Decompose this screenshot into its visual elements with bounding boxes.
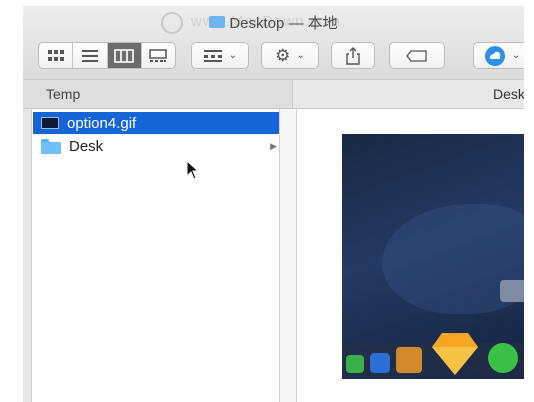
file-row-desk[interactable]: Desk ▶	[33, 135, 279, 157]
dock-app-icon	[396, 347, 422, 373]
window-title-bar: Desktop — 本地	[23, 10, 524, 34]
view-mode-segmented-control[interactable]	[38, 42, 176, 69]
tag-button[interactable]	[389, 42, 445, 69]
cloud-sync-button[interactable]: ⌄	[473, 42, 524, 69]
dock-app-icon	[346, 355, 364, 373]
column-view-icon[interactable]	[107, 43, 142, 68]
cloud-sync-icon	[485, 45, 505, 66]
folder-title-icon	[209, 16, 226, 28]
file-name: option4.gif	[67, 114, 137, 132]
gallery-view-icon[interactable]	[142, 43, 175, 68]
file-row-option4-gif[interactable]: option4.gif	[33, 112, 279, 134]
chevron-down-icon: ⌄	[512, 50, 521, 61]
action-button[interactable]: ⚙ ⌄	[261, 42, 319, 69]
column-headers: Temp Desk	[23, 79, 524, 109]
column-header-temp[interactable]: Temp	[23, 80, 293, 108]
gif-preview	[342, 134, 524, 379]
preview-dock	[342, 333, 524, 379]
gear-icon: ⚙	[275, 46, 291, 65]
folder-icon	[41, 138, 61, 154]
sketch-app-icon	[432, 333, 478, 375]
preview-tooltip-shape	[500, 280, 524, 302]
disclosure-arrow-icon: ▶	[270, 140, 277, 151]
dock-app-icon	[488, 343, 518, 373]
chevron-down-icon: ⌄	[296, 50, 305, 61]
group-by-icon	[203, 49, 222, 62]
tag-icon	[406, 49, 427, 62]
window-title: Desktop — 本地	[229, 14, 338, 32]
share-button[interactable]	[331, 42, 375, 69]
toolbar: www.MacDown.com Desktop — 本地 ⌄ ⚙ ⌄ ⌄	[23, 6, 524, 79]
list-view-icon[interactable]	[73, 43, 108, 68]
dock-app-icon	[370, 353, 390, 373]
mouse-cursor-icon	[186, 160, 200, 180]
icon-view-icon[interactable]	[39, 43, 74, 68]
column-header-desk[interactable]: Desk	[293, 80, 524, 108]
column-divider[interactable]	[279, 109, 297, 402]
chevron-down-icon: ⌄	[228, 50, 238, 61]
gif-file-icon	[41, 117, 59, 129]
group-by-button[interactable]: ⌄	[191, 42, 249, 69]
file-name: Desk	[69, 137, 104, 155]
share-icon	[346, 46, 360, 65]
sidebar-edge	[23, 109, 32, 402]
